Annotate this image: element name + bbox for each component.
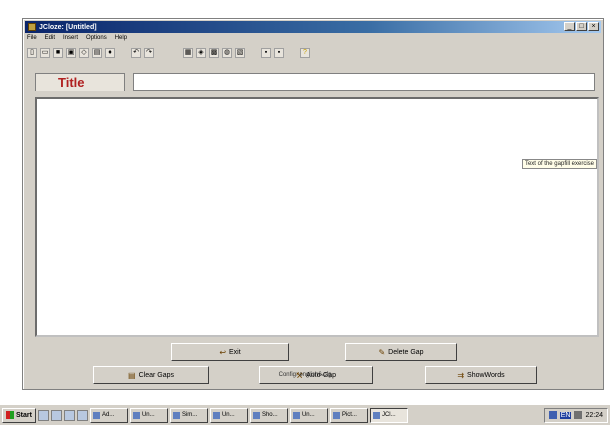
start-label: Start [16, 411, 32, 419]
system-tray: EN 22:24 [543, 407, 608, 423]
title-tab: Title [35, 73, 125, 91]
volume-icon[interactable] [574, 411, 583, 419]
quicklaunch-mail-icon[interactable] [63, 409, 75, 421]
tool-1-icon[interactable]: ▦ [183, 48, 193, 58]
tool-6-icon[interactable]: ▪ [261, 48, 271, 58]
menu-help[interactable]: Help [115, 35, 127, 44]
windows-logo-icon [6, 411, 14, 419]
exit-icon: ↩ [219, 347, 227, 357]
app-icon [172, 411, 180, 419]
app-icon [372, 411, 380, 419]
menu-options[interactable]: Options [86, 35, 107, 44]
redo-icon[interactable]: ↷ [144, 48, 154, 58]
html-icon[interactable]: ♦ [105, 48, 115, 58]
menu-bar: File Edit Insert Options Help [27, 35, 127, 44]
export-icon[interactable]: ▤ [92, 48, 102, 58]
title-label: Title [58, 75, 85, 90]
gapfill-tooltip: Text of the gapfill exercise [521, 159, 597, 169]
minimize-button[interactable]: _ [564, 22, 575, 31]
taskbar: Start Ad... Un... Sim... Un... Sho... Un… [0, 404, 610, 425]
app-window: JCloze: [Untitled] _ □ × File Edit Inser… [22, 18, 604, 390]
task-button[interactable]: Un... [129, 407, 168, 423]
open-folder-icon[interactable]: ▭ [40, 48, 50, 58]
new-file-icon[interactable]: ▯ [27, 48, 37, 58]
task-button[interactable]: Sim... [169, 407, 208, 423]
diamond-icon[interactable]: ◇ [79, 48, 89, 58]
config-status: Config: english6.cfg [278, 372, 332, 378]
quicklaunch-browser-icon[interactable] [50, 409, 62, 421]
task-button[interactable]: Un... [289, 407, 328, 423]
help-icon[interactable]: ? [300, 48, 310, 58]
quicklaunch-desktop-icon[interactable] [37, 409, 49, 421]
start-button[interactable]: Start [2, 407, 36, 423]
language-indicator[interactable]: EN [559, 411, 572, 419]
close-button[interactable]: × [588, 22, 599, 31]
menu-edit[interactable]: Edit [45, 35, 55, 44]
toolbar: ▯ ▭ ■ ▣ ◇ ▤ ♦ ↶ ↷ ▦ ◈ ▩ ◍ ▧ ▪ ▪ ? [27, 46, 599, 60]
title-input[interactable] [133, 73, 595, 91]
save-icon[interactable]: ■ [53, 48, 63, 58]
title-bar[interactable]: JCloze: [Untitled] _ □ × [25, 21, 601, 33]
tool-7-icon[interactable]: ▪ [274, 48, 284, 58]
maximize-button[interactable]: □ [576, 22, 587, 31]
app-icon [28, 23, 36, 31]
task-button[interactable]: Un... [209, 407, 248, 423]
tray-icon[interactable] [548, 411, 557, 419]
undo-icon[interactable]: ↶ [131, 48, 141, 58]
save-as-icon[interactable]: ▣ [66, 48, 76, 58]
tool-2-icon[interactable]: ◈ [196, 48, 206, 58]
task-button[interactable]: Pict... [329, 407, 368, 423]
quicklaunch-media-icon[interactable] [76, 409, 88, 421]
app-icon [132, 411, 140, 419]
app-icon [292, 411, 300, 419]
delete-gap-icon: ✎ [378, 347, 386, 357]
menu-insert[interactable]: Insert [63, 35, 78, 44]
exit-button[interactable]: ↩ Exit [171, 343, 289, 361]
app-icon [252, 411, 260, 419]
clock: 22:24 [585, 411, 603, 419]
tool-3-icon[interactable]: ▩ [209, 48, 219, 58]
app-icon [212, 411, 220, 419]
menu-file[interactable]: File [27, 35, 37, 44]
task-button-active[interactable]: JCl... [369, 407, 408, 423]
window-title: JCloze: [Untitled] [39, 23, 97, 31]
exit-label: Exit [229, 348, 241, 356]
tool-4-icon[interactable]: ◍ [222, 48, 232, 58]
task-button[interactable]: Sho... [249, 407, 288, 423]
exercise-text-area[interactable]: Text of the gapfill exercise [35, 97, 599, 337]
delete-gap-button[interactable]: ✎ Delete Gap [345, 343, 457, 361]
app-icon [332, 411, 340, 419]
task-button[interactable]: Ad... [89, 407, 128, 423]
tool-5-icon[interactable]: ▧ [235, 48, 245, 58]
delete-gap-label: Delete Gap [388, 348, 424, 356]
app-icon [92, 411, 100, 419]
